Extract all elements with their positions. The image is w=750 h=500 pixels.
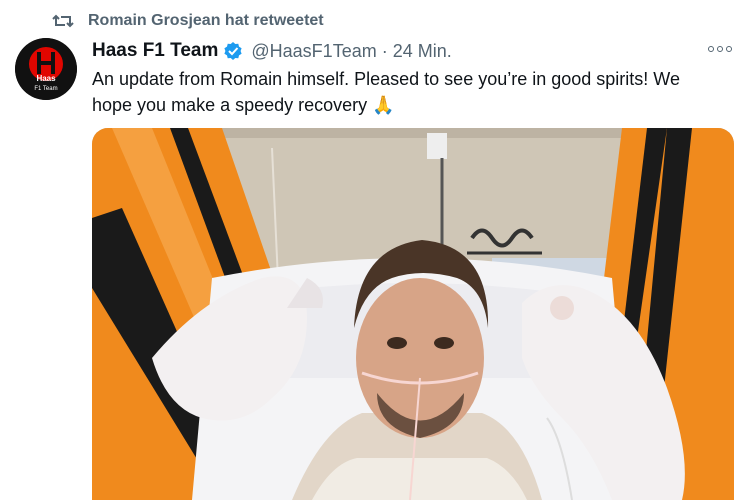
more-dot-icon — [708, 46, 714, 52]
more-dot-icon — [717, 46, 723, 52]
tweet-text-line-2: hope you make a speedy recovery — [92, 95, 368, 115]
more-dot-icon — [726, 46, 732, 52]
separator-dot: · — [381, 40, 388, 61]
avatar-sub-text: F1 Team — [34, 86, 57, 92]
retweet-label[interactable]: Romain Grosjean hat retweetet — [88, 12, 324, 30]
author-name[interactable]: Haas F1 Team — [92, 40, 218, 62]
retweet-context[interactable]: Romain Grosjean hat retweetet — [52, 10, 324, 32]
tweet-text: An update from Romain himself. Pleased t… — [92, 66, 732, 118]
tweet-header: Haas F1 Team @HaasF1Team · 24 Min. — [92, 38, 452, 64]
retweet-icon — [52, 12, 74, 30]
verified-badge-icon — [223, 41, 243, 61]
author-handle[interactable]: @HaasF1Team — [251, 41, 376, 62]
more-options-button[interactable] — [708, 42, 732, 56]
tweet-timestamp[interactable]: 24 Min. — [393, 41, 452, 62]
avatar-logo-text: Haas — [36, 74, 56, 83]
praying-hands-emoji: 🙏 — [372, 95, 395, 115]
avatar[interactable]: Haas F1 Team — [15, 38, 77, 100]
tweet-media-photo[interactable] — [92, 128, 734, 500]
tweet-text-line-1: An update from Romain himself. Pleased t… — [92, 69, 680, 89]
